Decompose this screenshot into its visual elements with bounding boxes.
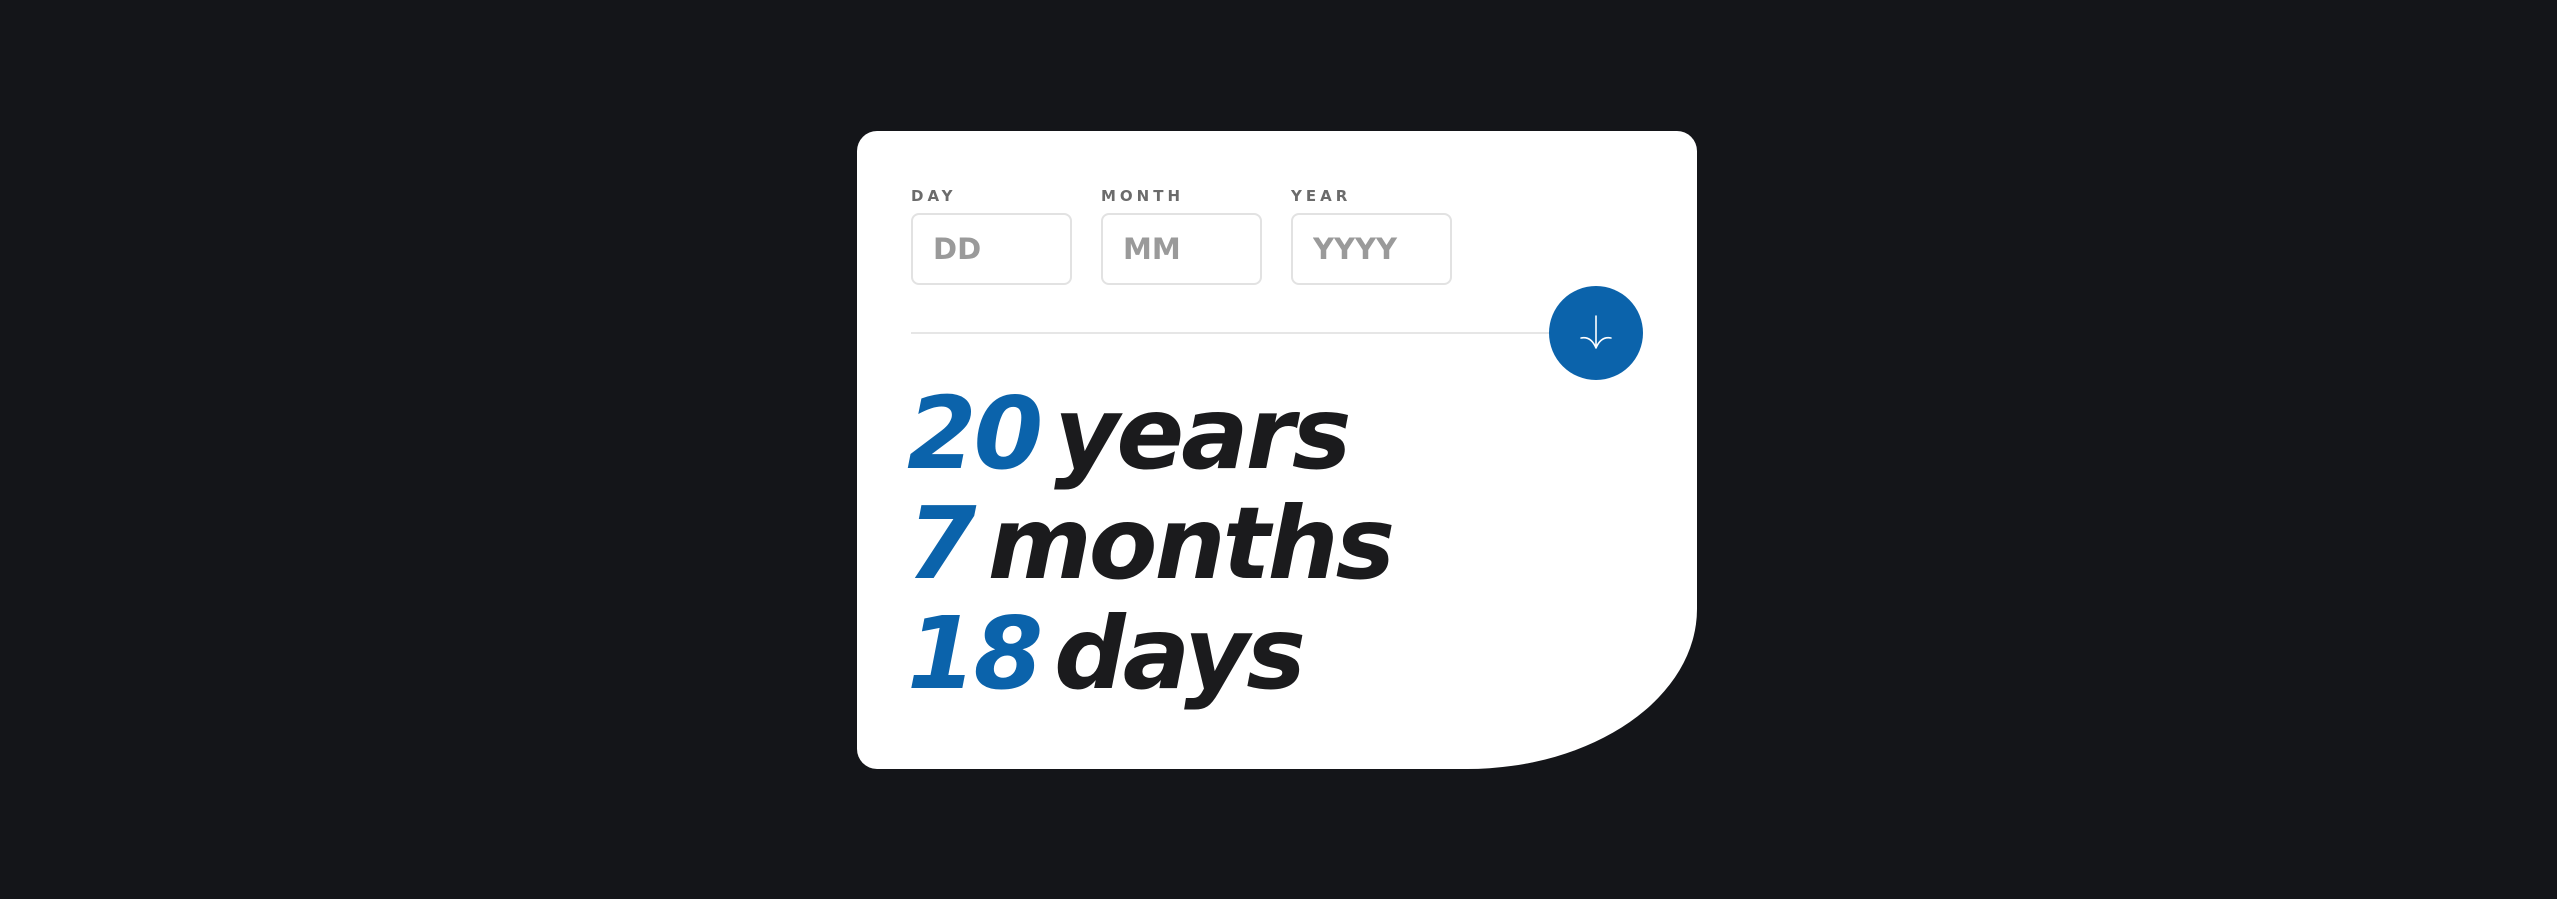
days-unit: days (1054, 595, 1306, 712)
year-label: YEAR (1291, 187, 1352, 205)
day-label: DAY (911, 187, 957, 205)
months-unit: months (987, 485, 1396, 602)
month-label: MONTH (1101, 187, 1185, 205)
arrow-down-icon (1580, 315, 1612, 349)
months-result: 7 months (907, 489, 1395, 599)
day-field: DAY (911, 186, 1072, 285)
divider (911, 332, 1601, 334)
year-field: YEAR (1291, 186, 1452, 285)
submit-button[interactable] (1549, 286, 1643, 380)
month-input[interactable] (1101, 213, 1262, 285)
month-field: MONTH (1101, 186, 1262, 285)
years-unit: years (1054, 375, 1351, 492)
year-input[interactable] (1291, 213, 1452, 285)
months-number: 7 (907, 485, 977, 602)
years-number: 20 (907, 375, 1043, 492)
years-result: 20 years (907, 379, 1392, 489)
days-result: 18 days (907, 599, 1392, 709)
days-number: 18 (907, 595, 1043, 712)
age-results: 20 years 7 months 18 days (907, 379, 1395, 709)
age-calculator-card: DAY MONTH YEAR 20years 7months 18days (857, 131, 1697, 769)
day-input[interactable] (911, 213, 1072, 285)
